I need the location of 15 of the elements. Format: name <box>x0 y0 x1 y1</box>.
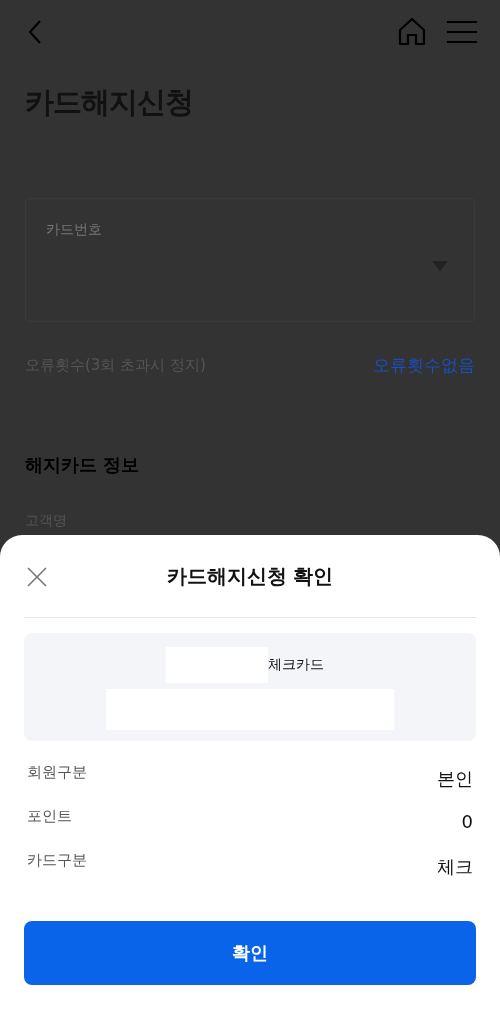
detail-label: 포인트 <box>27 807 72 826</box>
home-icon[interactable] <box>397 17 427 47</box>
detail-value: 체크 <box>437 855 473 879</box>
detail-label: 회원구분 <box>27 763 87 782</box>
menu-icon[interactable] <box>447 20 477 44</box>
card-number-dropdown[interactable]: 카드번호 <box>25 198 475 322</box>
back-icon[interactable] <box>28 20 42 44</box>
close-icon[interactable] <box>27 567 47 587</box>
confirm-button[interactable]: 확인 <box>24 921 476 985</box>
card-name: 체크카드 <box>268 656 324 674</box>
error-count-value: 오류횟수없음 <box>373 354 475 377</box>
detail-value: 본인 <box>437 767 473 791</box>
detail-value: 0 <box>461 811 473 832</box>
dialog-title: 카드해지신청 확인 <box>166 562 334 590</box>
detail-label: 카드구분 <box>27 851 87 870</box>
